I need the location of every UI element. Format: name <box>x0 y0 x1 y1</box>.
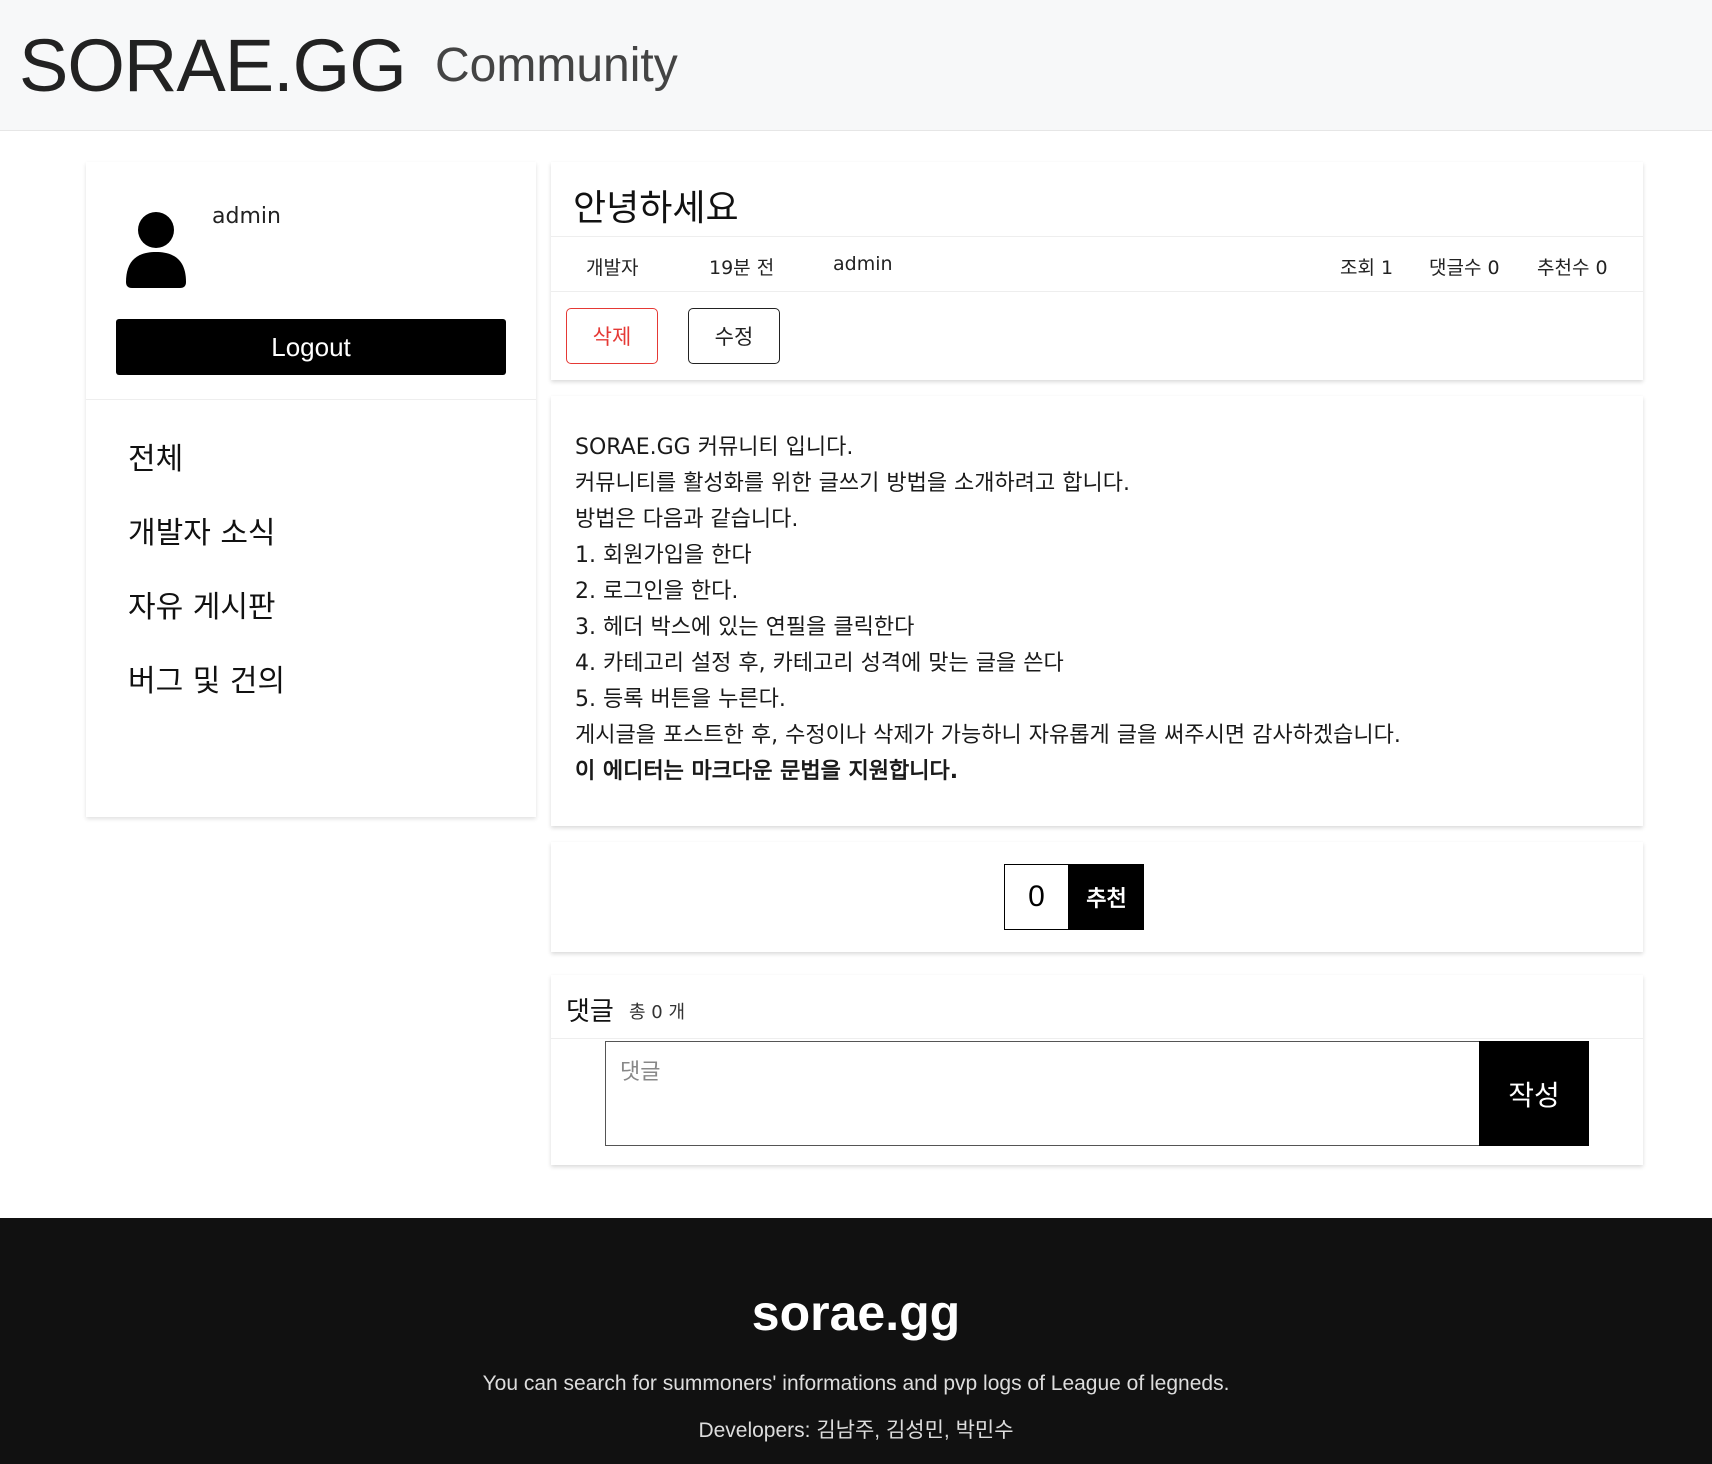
username: admin <box>212 204 281 229</box>
comment-total: 총 0 개 <box>629 1002 686 1023</box>
comment-title: 댓글 <box>566 997 614 1027</box>
site-logo[interactable]: SORAE.GG <box>19 26 407 106</box>
logout-button[interactable]: Logout <box>116 319 506 375</box>
post-header-card: 안녕하세요 개발자 19분 전 admin 조회 1 댓글수 0 추천수 0 삭… <box>551 162 1643 380</box>
recommend-button[interactable]: 추천 <box>1069 864 1144 930</box>
post-body-card: SORAE.GG 커뮤니티 입니다. 커뮤니티를 활성화를 위한 글쓰기 방법을… <box>551 396 1643 826</box>
post-time: 19분 전 <box>709 257 775 279</box>
comment-input[interactable] <box>605 1041 1481 1146</box>
section-title[interactable]: Community <box>435 38 678 94</box>
post-content: SORAE.GG 커뮤니티 입니다. 커뮤니티를 활성화를 위한 글쓰기 방법을… <box>575 430 1401 790</box>
post-line: 2. 로그인을 한다. <box>575 579 739 604</box>
nav-item-all[interactable]: 전체 <box>128 438 285 512</box>
post-line: 커뮤니티를 활성화를 위한 글쓰기 방법을 소개하려고 합니다. <box>575 471 1130 496</box>
post-recommend-count: 추천수 0 <box>1537 257 1608 279</box>
sidebar: admin Logout 전체 개발자 소식 자유 게시판 버그 및 건의 <box>86 162 536 817</box>
nav-item-bug-report[interactable]: 버그 및 건의 <box>128 660 285 734</box>
site-footer: sorae.gg You can search for summoners' i… <box>0 1218 1712 1464</box>
post-meta: 개발자 19분 전 admin 조회 1 댓글수 0 추천수 0 <box>551 236 1643 292</box>
comment-submit-button[interactable]: 작성 <box>1479 1041 1589 1146</box>
edit-button[interactable]: 수정 <box>688 308 780 364</box>
post-line: 3. 헤더 박스에 있는 연필을 클릭한다 <box>575 615 915 640</box>
site-header: SORAE.GG Community <box>0 0 1712 131</box>
comment-header: 댓글 총 0 개 <box>551 975 1643 1039</box>
footer-description: You can search for summoners' informatio… <box>482 1372 1230 1395</box>
post-line: 5. 등록 버튼을 누른다. <box>575 687 786 712</box>
user-avatar-icon <box>126 212 186 288</box>
category-nav: 전체 개발자 소식 자유 게시판 버그 및 건의 <box>128 438 285 734</box>
post-line: 4. 카테고리 설정 후, 카테고리 성격에 맞는 글을 쓴다 <box>575 651 1064 676</box>
post-line: 게시글을 포스트한 후, 수정이나 삭제가 가능하니 자유롭게 글을 써주시면 … <box>575 723 1401 748</box>
post-views: 조회 1 <box>1340 257 1394 279</box>
recommend-group: 0 추천 <box>1004 864 1144 930</box>
post-comment-count: 댓글수 0 <box>1429 257 1500 279</box>
post-line: SORAE.GG 커뮤니티 입니다. <box>575 435 854 460</box>
post-line-bold: 이 에디터는 마크다운 문법을 지원합니다. <box>575 759 959 784</box>
post-line: 방법은 다음과 같습니다. <box>575 507 799 532</box>
footer-title: sorae.gg <box>751 1285 961 1341</box>
post-title: 안녕하세요 <box>573 188 739 229</box>
delete-button[interactable]: 삭제 <box>566 308 658 364</box>
recommend-count: 0 <box>1004 864 1069 930</box>
sidebar-divider <box>86 399 536 400</box>
post-author: admin <box>833 253 893 275</box>
nav-item-dev-news[interactable]: 개발자 소식 <box>128 512 285 586</box>
comment-card: 댓글 총 0 개 작성 <box>551 975 1643 1165</box>
post-category: 개발자 <box>586 257 639 279</box>
post-line: 1. 회원가입을 한다 <box>575 543 752 568</box>
recommend-card: 0 추천 <box>551 842 1643 952</box>
nav-item-free-board[interactable]: 자유 게시판 <box>128 586 285 660</box>
footer-developers: Developers: 김남주, 김성민, 박민수 <box>698 1419 1014 1442</box>
